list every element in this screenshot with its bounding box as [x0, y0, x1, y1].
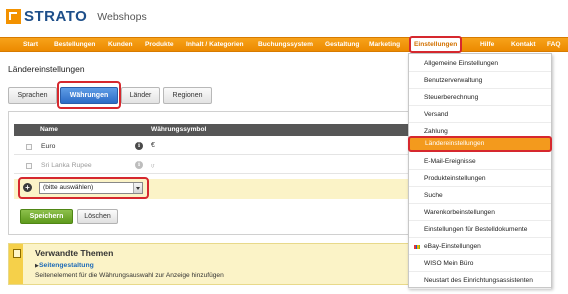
tab-laender[interactable]: Länder: [121, 87, 160, 104]
tab-regionen[interactable]: Regionen: [163, 87, 212, 104]
menu-item-wiso-mein-buero[interactable]: WISO Mein Büro: [409, 256, 551, 272]
currency-name: Euro: [41, 143, 56, 150]
strato-logo-icon: [6, 9, 21, 24]
table-row: Sri Lanka Rupee i ர: [14, 157, 420, 174]
nav-marketing[interactable]: Marketing: [369, 38, 400, 51]
menu-item-produkteinstellungen[interactable]: Produkteinstellungen: [409, 171, 551, 187]
related-link-seitengestaltung[interactable]: Seitengestaltung: [39, 262, 94, 269]
info-icon[interactable]: i: [135, 161, 143, 169]
menu-item-steuerberechnung[interactable]: Steuerberechnung: [409, 90, 551, 106]
currency-name: Sri Lanka Rupee: [41, 162, 92, 169]
column-symbol: Währungssymbol: [151, 126, 207, 133]
column-name: Name: [40, 126, 58, 133]
nav-hilfe[interactable]: Hilfe: [480, 38, 494, 51]
nav-inhalt-kategorien[interactable]: Inhalt / Kategorien: [186, 38, 244, 51]
nav-kunden[interactable]: Kunden: [108, 38, 133, 51]
nav-buchungssystem[interactable]: Buchungssystem: [258, 38, 313, 51]
row-checkbox[interactable]: [26, 144, 32, 150]
menu-item-suche[interactable]: Suche: [409, 188, 551, 204]
menu-item-laendereinstellungen[interactable]: Ländereinstellungen: [408, 136, 552, 152]
nav-einstellungen[interactable]: Einstellungen: [409, 36, 463, 53]
ebay-icon: [414, 245, 421, 249]
nav-gestaltung[interactable]: Gestaltung: [325, 38, 359, 51]
menu-item-allgemeine-einstellungen[interactable]: Allgemeine Einstellungen: [409, 56, 551, 72]
related-title: Verwandte Themen: [35, 248, 114, 258]
table-row: Euro i €: [14, 138, 420, 155]
product-name: Webshops: [97, 10, 147, 23]
menu-item-bestelldokumente[interactable]: Einstellungen für Bestelldokumente: [409, 222, 551, 238]
menu-item-benutzerverwaltung[interactable]: Benutzerverwaltung: [409, 73, 551, 89]
page-title: Ländereinstellungen: [8, 64, 85, 74]
add-highlight-frame: [18, 177, 149, 199]
menu-item-warenkorbeinstellungen[interactable]: Warenkorbeinstellungen: [409, 205, 551, 221]
menu-item-neustart-assistent[interactable]: Neustart des Einrichtungsassistenten: [409, 273, 551, 289]
nav-produkte[interactable]: Produkte: [145, 38, 174, 51]
row-checkbox[interactable]: [26, 163, 32, 169]
header: STRATO Webshops: [0, 0, 568, 34]
currency-symbol: ர: [151, 162, 155, 169]
tab-highlight-frame: [57, 81, 121, 109]
delete-button[interactable]: Löschen: [77, 209, 118, 224]
menu-item-versand[interactable]: Versand: [409, 107, 551, 123]
menu-item-ebay-einstellungen[interactable]: eBay-Einstellungen: [409, 239, 551, 255]
nav-start[interactable]: Start: [23, 38, 38, 51]
brand-name: STRATO: [24, 8, 88, 25]
note-icon: [9, 244, 23, 284]
related-topics-box: Verwandte Themen ▶ Seitengestaltung Seit…: [8, 243, 420, 285]
save-button[interactable]: Speichern: [20, 209, 73, 224]
strato-logo[interactable]: STRATO Webshops: [6, 8, 147, 25]
info-icon[interactable]: i: [135, 142, 143, 150]
nav-kontakt[interactable]: Kontakt: [511, 38, 536, 51]
menu-item-label: eBay-Einstellungen: [424, 243, 481, 250]
nav-faq[interactable]: FAQ: [547, 38, 561, 51]
nav-bestellungen[interactable]: Bestellungen: [54, 38, 95, 51]
menu-item-email-ereignisse[interactable]: E-Mail-Ereignisse: [409, 154, 551, 170]
tab-sprachen[interactable]: Sprachen: [8, 87, 57, 104]
einstellungen-dropdown: Allgemeine Einstellungen Benutzerverwalt…: [408, 53, 552, 289]
related-description: Seitenelement für die Währungsauswahl zu…: [35, 272, 224, 279]
main-nav: Start Bestellungen Kunden Produkte Inhal…: [0, 36, 568, 53]
table-header: Name Währungssymbol: [14, 124, 420, 136]
currency-symbol: €: [151, 142, 155, 149]
